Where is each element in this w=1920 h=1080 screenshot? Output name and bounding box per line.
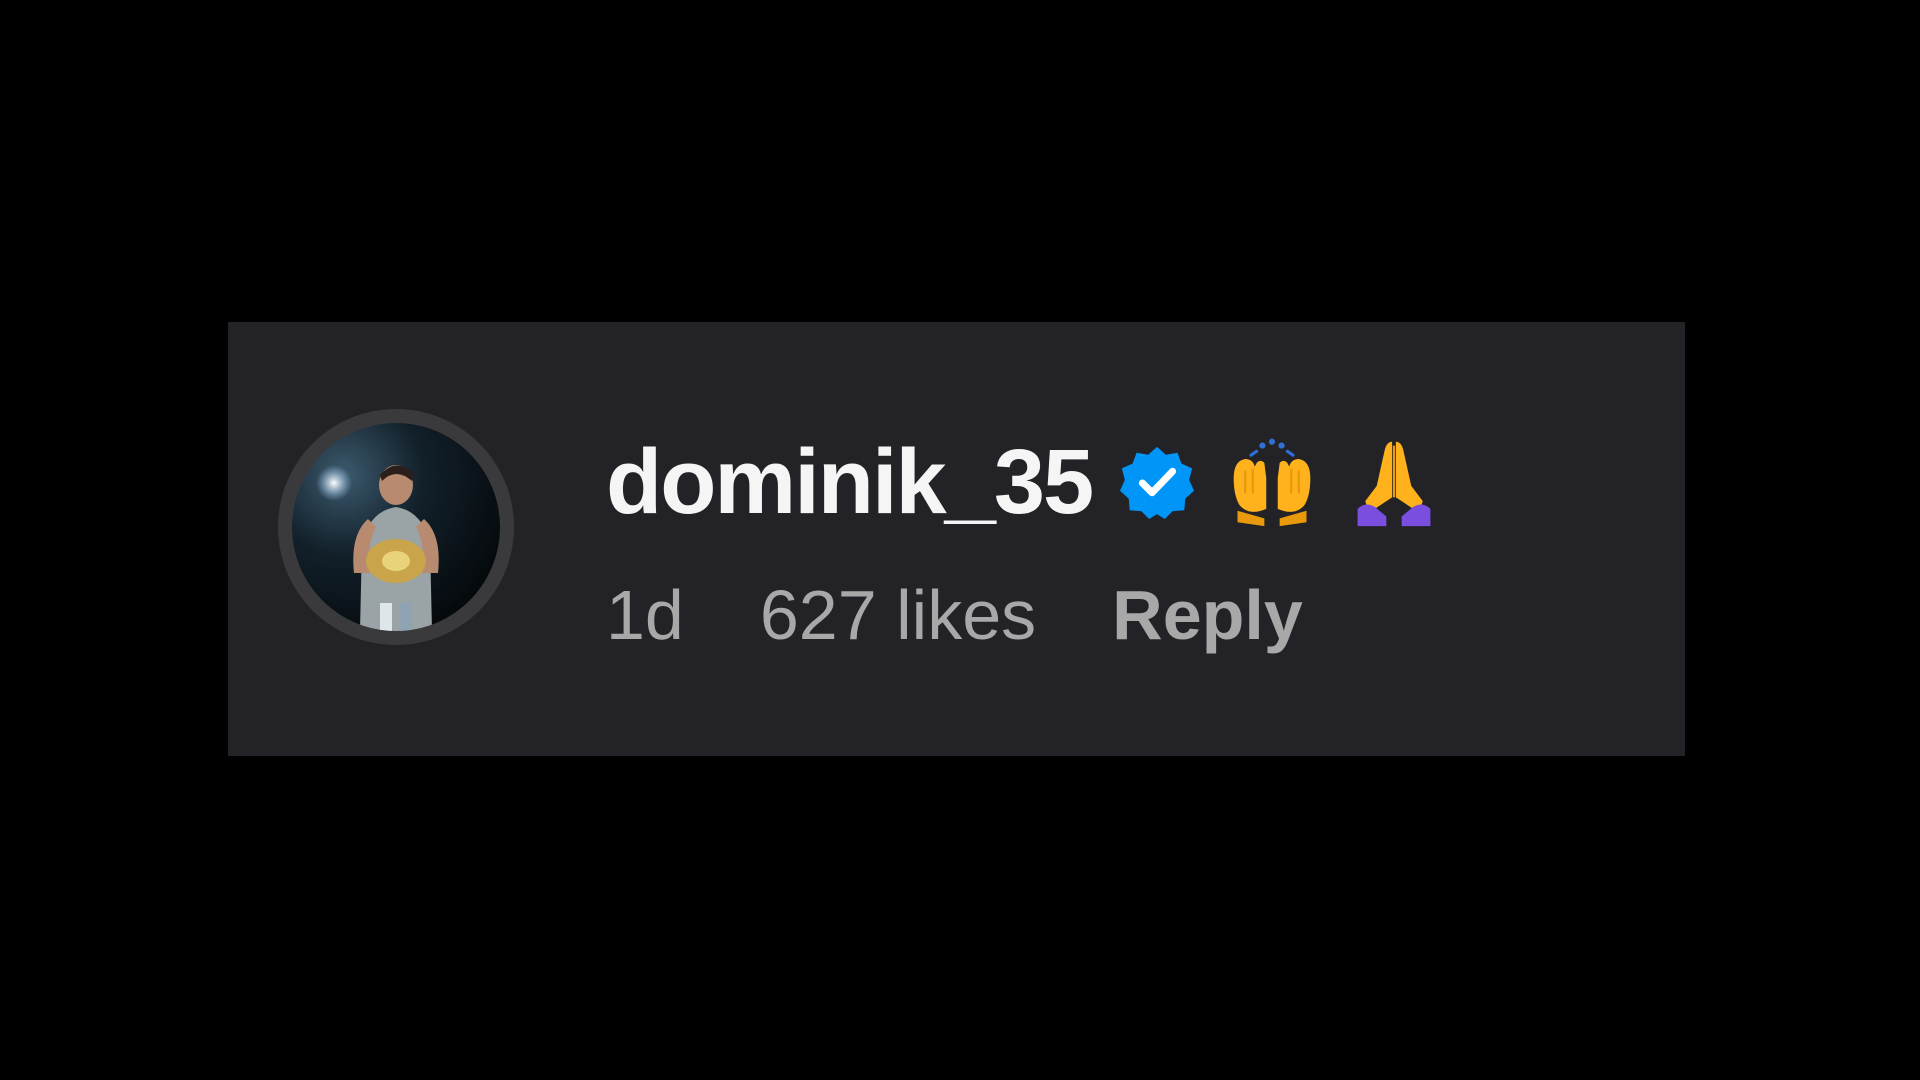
comment-card: dominik_35 1d 627 likes Reply bbox=[228, 322, 1685, 756]
verified-badge-icon bbox=[1120, 446, 1195, 520]
avatar[interactable] bbox=[292, 423, 500, 631]
comment-meta: 1d 627 likes Reply bbox=[606, 580, 1440, 650]
raising-hands-emoji bbox=[1233, 438, 1311, 527]
comment-timestamp[interactable]: 1d bbox=[606, 580, 684, 650]
name-row: dominik_35 bbox=[606, 432, 1440, 532]
avatar-ring[interactable] bbox=[278, 409, 514, 645]
folded-hands-emoji bbox=[1357, 441, 1431, 527]
username-link[interactable]: dominik_35 bbox=[606, 436, 1094, 528]
reply-button[interactable]: Reply bbox=[1112, 580, 1303, 650]
comment-content: dominik_35 1d 627 likes Reply bbox=[606, 432, 1440, 650]
likes-count[interactable]: 627 likes bbox=[760, 580, 1036, 650]
